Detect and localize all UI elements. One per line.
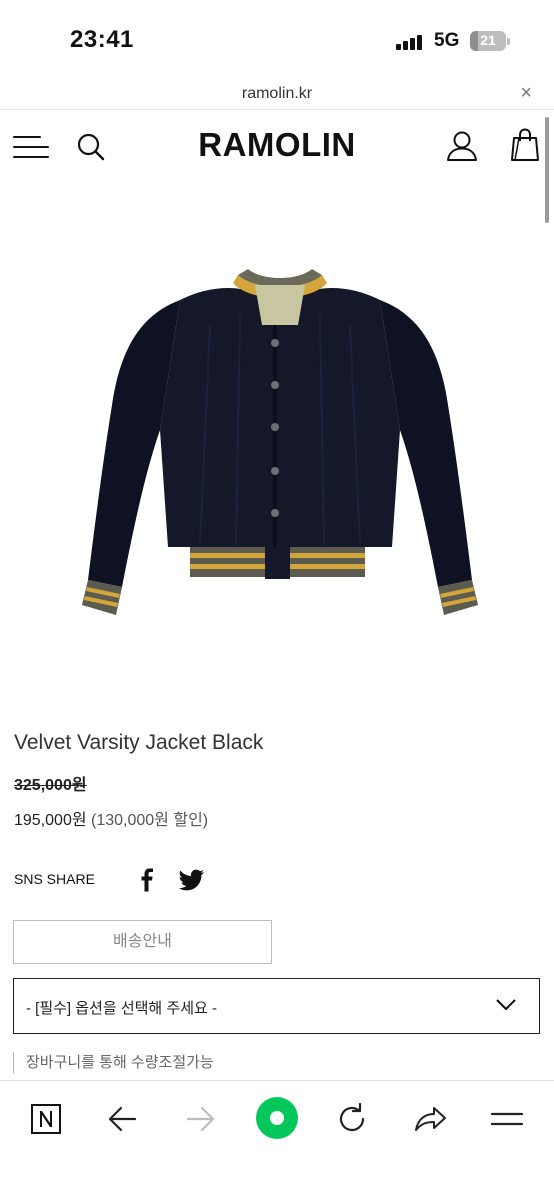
discount-amount: (130,000원 할인) — [91, 812, 209, 829]
sale-price: 195,000원 — [14, 812, 87, 829]
shopping-bag-icon[interactable] — [510, 128, 540, 162]
option-select[interactable]: - [필수] 옵션을 선택해 주세요 - — [13, 978, 540, 1034]
option-select-placeholder: - [필수] 옵션을 선택해 주세요 - — [26, 1000, 217, 1017]
naver-n-icon[interactable] — [28, 1099, 68, 1139]
sns-share-label: SNS SHARE — [14, 871, 95, 887]
chevron-down-icon — [496, 999, 516, 1010]
back-arrow-icon[interactable] — [103, 1099, 143, 1139]
quantity-notice: 장바구니를 통해 수량조절가능 — [13, 1052, 214, 1074]
home-icon[interactable] — [255, 1096, 299, 1140]
battery-icon: 21 — [470, 31, 506, 51]
status-time: 23:41 — [70, 26, 134, 53]
url-bar: ramolin.kr × — [0, 80, 554, 110]
scrollbar-thumb[interactable] — [545, 117, 549, 223]
share-icon[interactable] — [410, 1099, 450, 1139]
reload-icon[interactable] — [333, 1099, 373, 1139]
more-menu-icon[interactable] — [487, 1099, 527, 1139]
product-image — [82, 269, 478, 615]
twitter-icon[interactable] — [179, 869, 205, 891]
facebook-icon[interactable] — [138, 868, 156, 892]
battery-tip — [507, 38, 510, 45]
close-icon[interactable]: × — [520, 82, 532, 105]
forward-arrow-icon[interactable] — [180, 1099, 220, 1139]
battery-percent: 21 — [480, 32, 496, 48]
url-text[interactable]: ramolin.kr — [0, 85, 554, 103]
signal-icon — [396, 34, 426, 50]
user-icon[interactable] — [446, 130, 478, 162]
price-row: 195,000원 (130,000원 할인) — [14, 806, 208, 830]
shipping-info-button[interactable]: 배송안내 — [13, 920, 272, 964]
browser-toolbar — [0, 1080, 554, 1200]
site-header: RAMOLIN — [0, 112, 554, 182]
original-price: 325,000원 — [14, 777, 87, 794]
network-label: 5G — [434, 30, 460, 51]
product-name: Velvet Varsity Jacket Black — [14, 731, 264, 754]
status-bar: 23:41 5G 21 — [0, 0, 554, 80]
sns-share-row: SNS SHARE — [14, 868, 314, 892]
